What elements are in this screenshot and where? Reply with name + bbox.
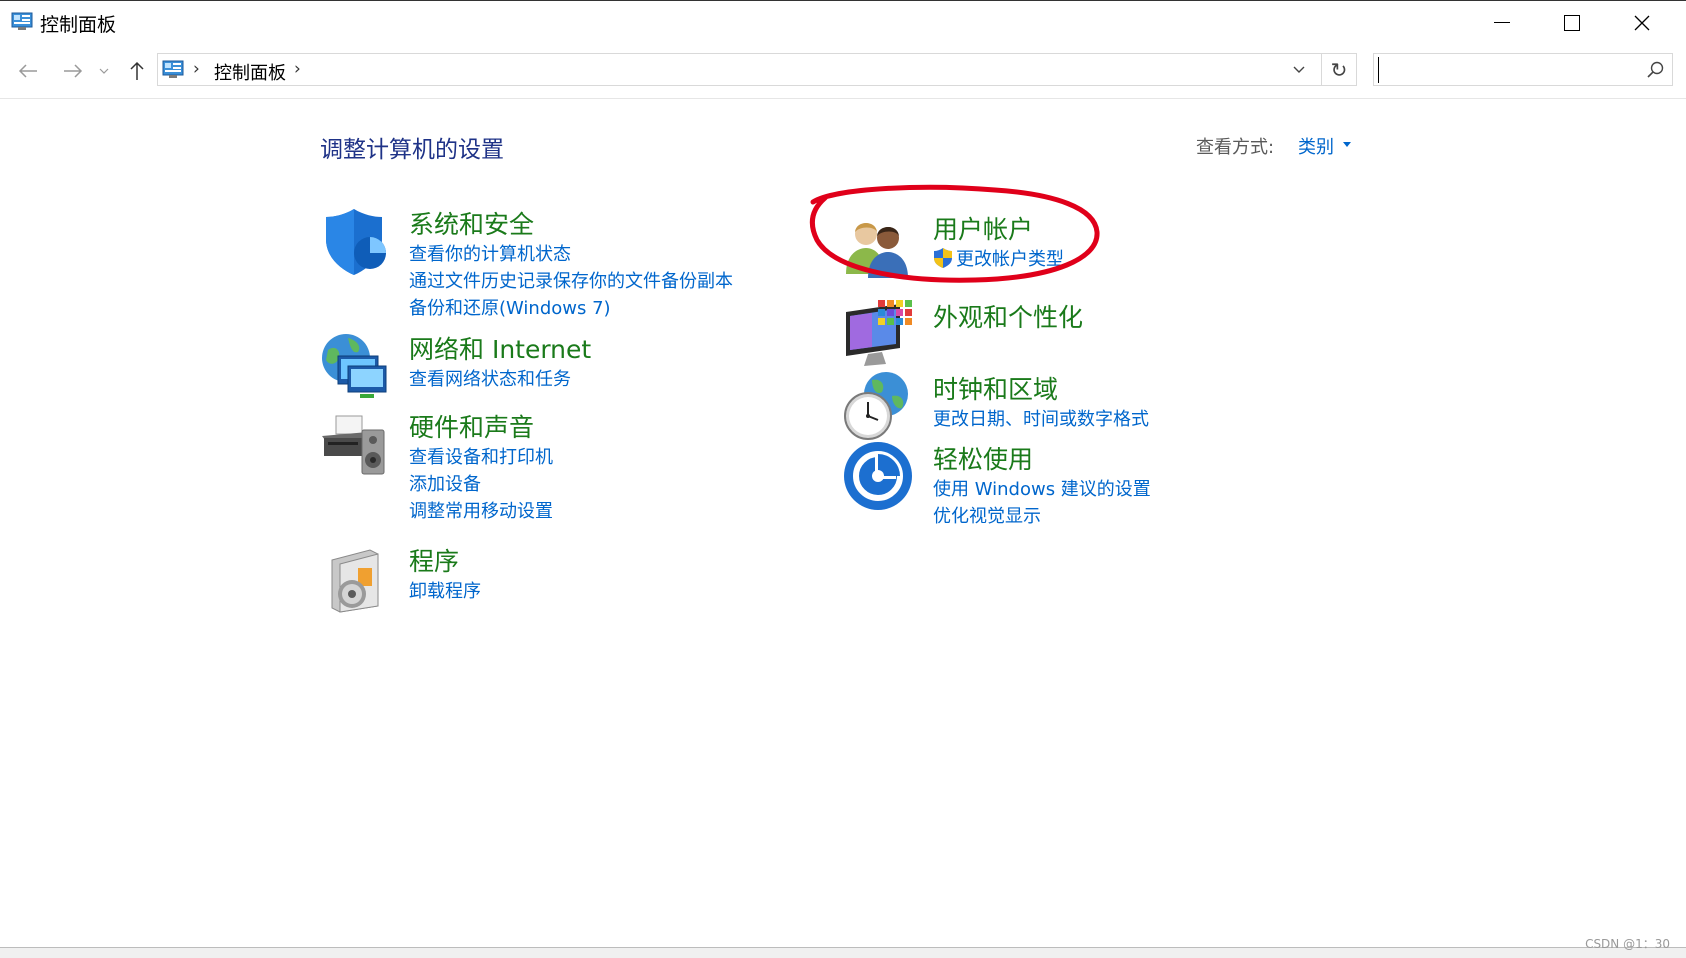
chevron-down-icon	[1293, 66, 1305, 73]
breadcrumb-control-panel[interactable]: 控制面板	[214, 59, 286, 85]
search-icon	[1647, 61, 1664, 78]
up-button[interactable]	[122, 56, 152, 86]
category-links: 查看设备和打印机 添加设备 调整常用移动设置	[409, 444, 553, 525]
printer-speaker-icon[interactable]	[318, 408, 390, 480]
refresh-icon: ↻	[1330, 57, 1348, 82]
recent-locations-button[interactable]	[94, 56, 114, 86]
link-add-device[interactable]: 添加设备	[409, 471, 553, 498]
back-button[interactable]	[13, 56, 43, 86]
category-title[interactable]: 系统和安全	[409, 205, 534, 241]
arrow-left-icon	[18, 64, 37, 78]
chevron-down-icon	[99, 68, 109, 74]
close-button[interactable]	[1607, 1, 1677, 45]
category-links: 更改帐户类型	[933, 246, 1064, 273]
link-backup-restore[interactable]: 备份和还原(Windows 7)	[409, 295, 733, 322]
watermark: CSDN @1：30	[1585, 937, 1670, 951]
refresh-button[interactable]: ↻	[1321, 54, 1356, 85]
category-links: 使用 Windows 建议的设置 优化视觉显示	[933, 476, 1151, 530]
uac-shield-icon	[934, 248, 952, 268]
link-change-account-type[interactable]: 更改帐户类型	[933, 246, 1064, 273]
window-title: 控制面板	[40, 14, 117, 36]
view-by-label: 查看方式:	[1196, 137, 1275, 158]
close-icon	[1634, 15, 1650, 31]
arrow-up-icon	[130, 61, 144, 80]
link-recommended-settings[interactable]: 使用 Windows 建议的设置	[933, 476, 1151, 503]
link-mobility-settings[interactable]: 调整常用移动设置	[409, 498, 553, 525]
view-by-dropdown[interactable]: 类别	[1298, 133, 1334, 159]
category-title[interactable]: 外观和个性化	[933, 298, 1083, 334]
programs-disc-icon[interactable]	[318, 542, 390, 614]
category-title[interactable]: 网络和 Internet	[409, 330, 591, 366]
link-change-account-type-label[interactable]: 更改帐户类型	[956, 249, 1064, 270]
arrow-right-icon	[64, 64, 83, 78]
link-network-status[interactable]: 查看网络状态和任务	[409, 366, 571, 393]
category-title[interactable]: 用户帐户	[933, 210, 1033, 246]
link-devices-printers[interactable]: 查看设备和打印机	[409, 444, 553, 471]
search-box[interactable]	[1373, 53, 1673, 86]
network-globe-icon[interactable]	[318, 330, 390, 402]
minimize-icon	[1494, 22, 1510, 23]
link-uninstall-program[interactable]: 卸载程序	[409, 578, 481, 605]
control-panel-icon	[162, 60, 184, 78]
maximize-icon	[1564, 15, 1580, 31]
link-optimize-visual-display[interactable]: 优化视觉显示	[933, 503, 1151, 530]
link-view-computer-status[interactable]: 查看你的计算机状态	[409, 241, 733, 268]
bottom-strip	[0, 947, 1686, 958]
category-links: 卸载程序	[409, 578, 481, 605]
breadcrumb-separator-icon[interactable]: ›	[193, 59, 200, 79]
clock-globe-icon[interactable]	[842, 370, 914, 442]
category-title[interactable]: 时钟和区域	[933, 370, 1058, 406]
ease-of-access-icon[interactable]	[842, 440, 914, 512]
category-links: 查看网络状态和任务	[409, 366, 571, 393]
breadcrumb-separator-icon[interactable]: ›	[294, 59, 301, 79]
forward-button[interactable]	[58, 56, 88, 86]
address-dropdown-button[interactable]	[1284, 54, 1314, 85]
category-links: 更改日期、时间或数字格式	[933, 406, 1149, 433]
maximize-button[interactable]	[1537, 1, 1607, 45]
minimize-button[interactable]	[1467, 1, 1537, 45]
category-title[interactable]: 硬件和声音	[409, 408, 534, 444]
category-title[interactable]: 程序	[409, 542, 459, 578]
link-file-history-backup[interactable]: 通过文件历史记录保存你的文件备份副本	[409, 268, 733, 295]
search-input[interactable]	[1378, 57, 1633, 83]
monitor-palette-icon[interactable]	[842, 298, 914, 370]
category-title[interactable]: 轻松使用	[933, 440, 1033, 476]
page-title: 调整计算机的设置	[320, 137, 504, 163]
shield-icon[interactable]	[318, 205, 390, 277]
title-bar: 控制面板	[0, 0, 1686, 45]
dropdown-arrow-icon[interactable]	[1343, 142, 1351, 147]
users-icon[interactable]	[842, 210, 914, 282]
link-change-date-time-format[interactable]: 更改日期、时间或数字格式	[933, 406, 1149, 433]
category-links: 查看你的计算机状态 通过文件历史记录保存你的文件备份副本 备份和还原(Windo…	[409, 241, 733, 322]
divider	[0, 98, 1686, 99]
control-panel-icon	[11, 12, 33, 30]
address-bar[interactable]: › 控制面板 › ↻	[157, 53, 1357, 86]
address-row: › 控制面板 › ↻	[0, 48, 1686, 92]
